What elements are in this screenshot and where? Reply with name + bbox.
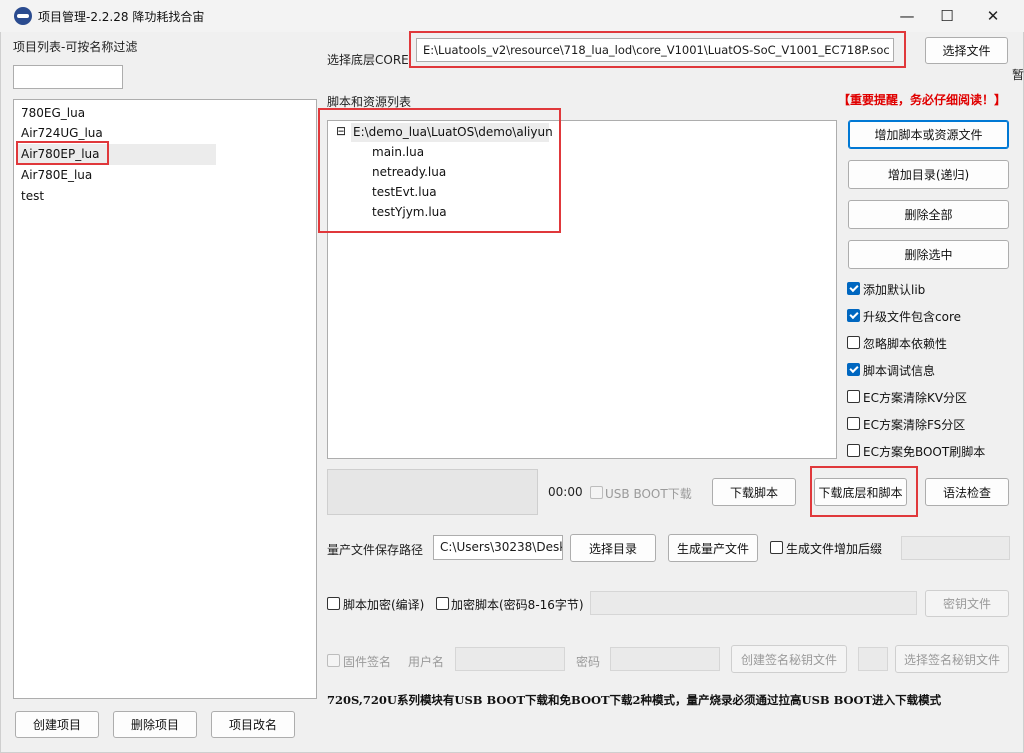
checkbox[interactable] <box>847 390 860 403</box>
suffix-input[interactable] <box>901 536 1010 560</box>
encrypt-key-input[interactable] <box>590 591 917 615</box>
edge-text: 暂 <box>1012 68 1024 82</box>
generate-production-button[interactable]: 生成量产文件 <box>668 534 758 562</box>
checkbox[interactable] <box>847 417 860 430</box>
core-label: 选择底层CORE <box>327 53 409 67</box>
usb-boot-label: USB BOOT下载 <box>605 487 692 501</box>
project-filter-input[interactable] <box>13 65 123 89</box>
option-label: 添加默认lib <box>863 283 926 297</box>
key-file-button[interactable]: 密钥文件 <box>925 590 1009 617</box>
suffix-label: 生成文件增加后缀 <box>786 542 883 556</box>
checkbox[interactable] <box>847 282 860 295</box>
checkbox[interactable] <box>847 336 860 349</box>
close-button[interactable]: ✕ <box>970 0 1016 32</box>
usb-boot-checkbox <box>590 486 603 499</box>
password-encrypt-checkbox[interactable] <box>436 597 449 610</box>
option-label: EC方案清除FS分区 <box>863 418 966 432</box>
compile-encrypt-label: 脚本加密(编译) <box>343 598 425 612</box>
syntax-check-button[interactable]: 语法检查 <box>925 478 1009 506</box>
delete-all-button[interactable]: 删除全部 <box>848 200 1009 229</box>
add-script-button[interactable]: 增加脚本或资源文件 <box>848 120 1009 149</box>
firmware-sign-checkbox <box>327 654 340 667</box>
select-sign-key-button: 选择签名秘钥文件 <box>895 645 1009 673</box>
production-path-label: 量产文件保存路径 <box>327 543 424 557</box>
option-label: EC方案清除KV分区 <box>863 391 968 405</box>
highlight-box-download <box>810 466 918 517</box>
password-encrypt-label: 加密脚本(密码8-16字节) <box>451 598 584 612</box>
app-logo-icon <box>14 7 32 25</box>
checkbox[interactable] <box>847 444 860 457</box>
create-project-button[interactable]: 创建项目 <box>15 711 99 738</box>
suffix-checkbox[interactable] <box>770 541 783 554</box>
delete-selected-button[interactable]: 删除选中 <box>848 240 1009 269</box>
firmware-sign-label: 固件签名 <box>343 655 392 669</box>
important-warning-link[interactable]: 【重要提醒，务必仔细阅读！】 <box>838 91 1006 108</box>
option-label: 忽略脚本依赖性 <box>863 337 948 351</box>
select-directory-button[interactable]: 选择目录 <box>570 534 656 562</box>
checkbox[interactable] <box>847 363 860 376</box>
project-item[interactable]: Air724UG_lua <box>21 126 103 140</box>
download-timer: 00:00 <box>548 485 583 499</box>
project-filter-label: 项目列表-可按名称过滤 <box>13 40 138 54</box>
highlight-box-scripts <box>318 108 561 233</box>
project-item[interactable]: test <box>21 189 44 203</box>
usb-boot-note: 720S,720U系列模块有USB BOOT下载和免BOOT下载2种模式，量产烧… <box>327 693 942 707</box>
checkbox[interactable] <box>847 309 860 322</box>
option-label: EC方案免BOOT刷脚本 <box>863 445 986 459</box>
production-path-field[interactable]: C:\Users\30238\Desk <box>433 535 563 560</box>
delete-project-button[interactable]: 删除项目 <box>113 711 197 738</box>
download-script-button[interactable]: 下载脚本 <box>712 478 796 506</box>
rename-project-button[interactable]: 项目改名 <box>211 711 295 738</box>
password-input <box>610 647 720 671</box>
project-item[interactable]: 780EG_lua <box>21 106 85 120</box>
option-label: 脚本调试信息 <box>863 364 936 378</box>
project-item[interactable]: Air780E_lua <box>21 168 92 182</box>
add-directory-button[interactable]: 增加目录(递归) <box>848 160 1009 189</box>
option-label: 升级文件包含core <box>863 310 961 324</box>
highlight-box-core <box>409 31 906 68</box>
username-label: 用户名 <box>408 655 445 669</box>
password-label: 密码 <box>576 655 601 669</box>
compile-encrypt-checkbox[interactable] <box>327 597 340 610</box>
create-sign-key-button: 创建签名秘钥文件 <box>731 645 847 673</box>
progress-bar <box>327 469 538 515</box>
select-core-file-button[interactable]: 选择文件 <box>925 37 1008 64</box>
maximize-button[interactable]: ☐ <box>924 0 970 32</box>
sign-key-path-input <box>858 647 888 671</box>
window-title: 项目管理-2.2.28 降功耗找合宙 <box>38 10 205 24</box>
username-input <box>455 647 565 671</box>
highlight-box-project <box>16 141 109 165</box>
project-list[interactable]: 780EG_lua Air724UG_lua Air780EP_lua Air7… <box>13 99 317 699</box>
